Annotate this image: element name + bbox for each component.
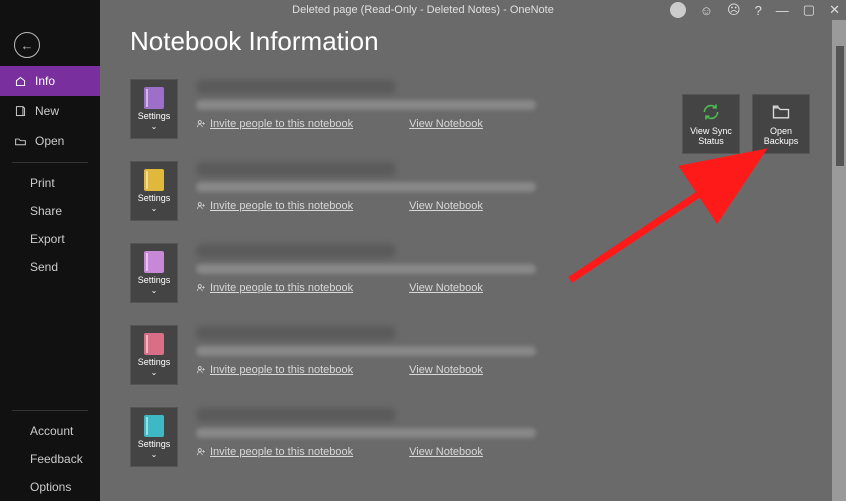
notebook-settings-button[interactable]: Settings ⌄ (130, 79, 178, 139)
avatar[interactable] (670, 2, 686, 18)
sidebar-item-label: Open (35, 134, 64, 148)
sidebar-item-open[interactable]: Open (0, 126, 100, 156)
maximize-icon[interactable]: ▢ (803, 2, 815, 18)
chevron-down-icon: ⌄ (151, 450, 158, 459)
view-notebook-link[interactable]: View Notebook (409, 200, 483, 212)
open-icon (14, 135, 27, 148)
window-title: Deleted page (Read-Only - Deleted Notes)… (292, 4, 554, 16)
help-icon[interactable]: ? (755, 3, 762, 18)
settings-label: Settings (138, 357, 171, 367)
invite-people-link[interactable]: Invite people to this notebook (196, 118, 353, 130)
chevron-down-icon: ⌄ (151, 368, 158, 377)
notebook-row: Settings ⌄ Invite people to this noteboo… (130, 161, 822, 221)
settings-label: Settings (138, 439, 171, 449)
notebook-icon (144, 415, 164, 437)
scrollbar-thumb[interactable] (836, 46, 844, 166)
notebook-icon (144, 87, 164, 109)
main-content: Notebook Information View SyncStatus Ope… (100, 0, 846, 501)
notebook-title-blurred (196, 80, 396, 94)
notebook-title-blurred (196, 162, 396, 176)
settings-label: Settings (138, 275, 171, 285)
notebook-settings-button[interactable]: Settings ⌄ (130, 407, 178, 467)
sync-icon (701, 102, 721, 122)
sidebar-item-label: Info (35, 74, 55, 88)
notebook-title-blurred (196, 408, 396, 422)
sidebar-item-send[interactable]: Send (0, 253, 100, 281)
notebook-row: Settings ⌄ Invite people to this noteboo… (130, 407, 822, 467)
person-add-icon (196, 365, 206, 375)
settings-label: Settings (138, 193, 171, 203)
sidebar-item-feedback[interactable]: Feedback (0, 445, 100, 473)
chevron-down-icon: ⌄ (151, 204, 158, 213)
notebook-icon (144, 169, 164, 191)
notebook-path-blurred (196, 182, 536, 192)
sidebar-item-info[interactable]: Info (0, 66, 100, 96)
notebook-icon (144, 251, 164, 273)
view-notebook-link[interactable]: View Notebook (409, 118, 483, 130)
view-notebook-link[interactable]: View Notebook (409, 364, 483, 376)
view-notebook-link[interactable]: View Notebook (409, 282, 483, 294)
happy-face-icon[interactable]: ☺ (700, 3, 713, 18)
notebook-row: Settings ⌄ Invite people to this noteboo… (130, 243, 822, 303)
sidebar-item-new[interactable]: New (0, 96, 100, 126)
new-icon (14, 105, 27, 118)
person-add-icon (196, 201, 206, 211)
back-button[interactable]: ← (14, 32, 40, 58)
title-bar: Deleted page (Read-Only - Deleted Notes)… (0, 0, 846, 20)
notebook-title-blurred (196, 326, 396, 340)
view-notebook-link[interactable]: View Notebook (409, 446, 483, 458)
notebook-path-blurred (196, 346, 536, 356)
folder-icon (771, 102, 791, 122)
person-add-icon (196, 283, 206, 293)
notebook-settings-button[interactable]: Settings ⌄ (130, 161, 178, 221)
notebook-row: Settings ⌄ Invite people to this noteboo… (130, 325, 822, 385)
sidebar-item-share[interactable]: Share (0, 197, 100, 225)
notebook-title-blurred (196, 244, 396, 258)
invite-people-link[interactable]: Invite people to this notebook (196, 446, 353, 458)
close-icon[interactable]: ✕ (829, 2, 840, 18)
divider (12, 410, 88, 411)
scrollbar-track[interactable] (832, 20, 846, 501)
chevron-down-icon: ⌄ (151, 286, 158, 295)
notebook-settings-button[interactable]: Settings ⌄ (130, 325, 178, 385)
open-backups-button[interactable]: OpenBackups (752, 94, 810, 154)
minimize-icon[interactable]: — (776, 3, 789, 18)
invite-people-link[interactable]: Invite people to this notebook (196, 200, 353, 212)
chevron-down-icon: ⌄ (151, 122, 158, 131)
notebook-path-blurred (196, 428, 536, 438)
view-sync-status-button[interactable]: View SyncStatus (682, 94, 740, 154)
sidebar-item-account[interactable]: Account (0, 417, 100, 445)
sad-face-icon[interactable]: ☹ (727, 2, 741, 18)
invite-people-link[interactable]: Invite people to this notebook (196, 364, 353, 376)
notebook-path-blurred (196, 100, 536, 110)
person-add-icon (196, 447, 206, 457)
notebook-icon (144, 333, 164, 355)
divider (12, 162, 88, 163)
notebook-settings-button[interactable]: Settings ⌄ (130, 243, 178, 303)
info-icon (14, 75, 27, 88)
sidebar-item-options[interactable]: Options (0, 473, 100, 501)
sidebar-item-print[interactable]: Print (0, 169, 100, 197)
person-add-icon (196, 119, 206, 129)
settings-label: Settings (138, 111, 171, 121)
sidebar-item-export[interactable]: Export (0, 225, 100, 253)
sidebar: ← Info New Open Print Share Export Send (0, 0, 100, 501)
notebook-path-blurred (196, 264, 536, 274)
arrow-left-icon: ← (21, 38, 34, 53)
sidebar-item-label: New (35, 104, 59, 118)
page-title: Notebook Information (130, 26, 822, 57)
invite-people-link[interactable]: Invite people to this notebook (196, 282, 353, 294)
